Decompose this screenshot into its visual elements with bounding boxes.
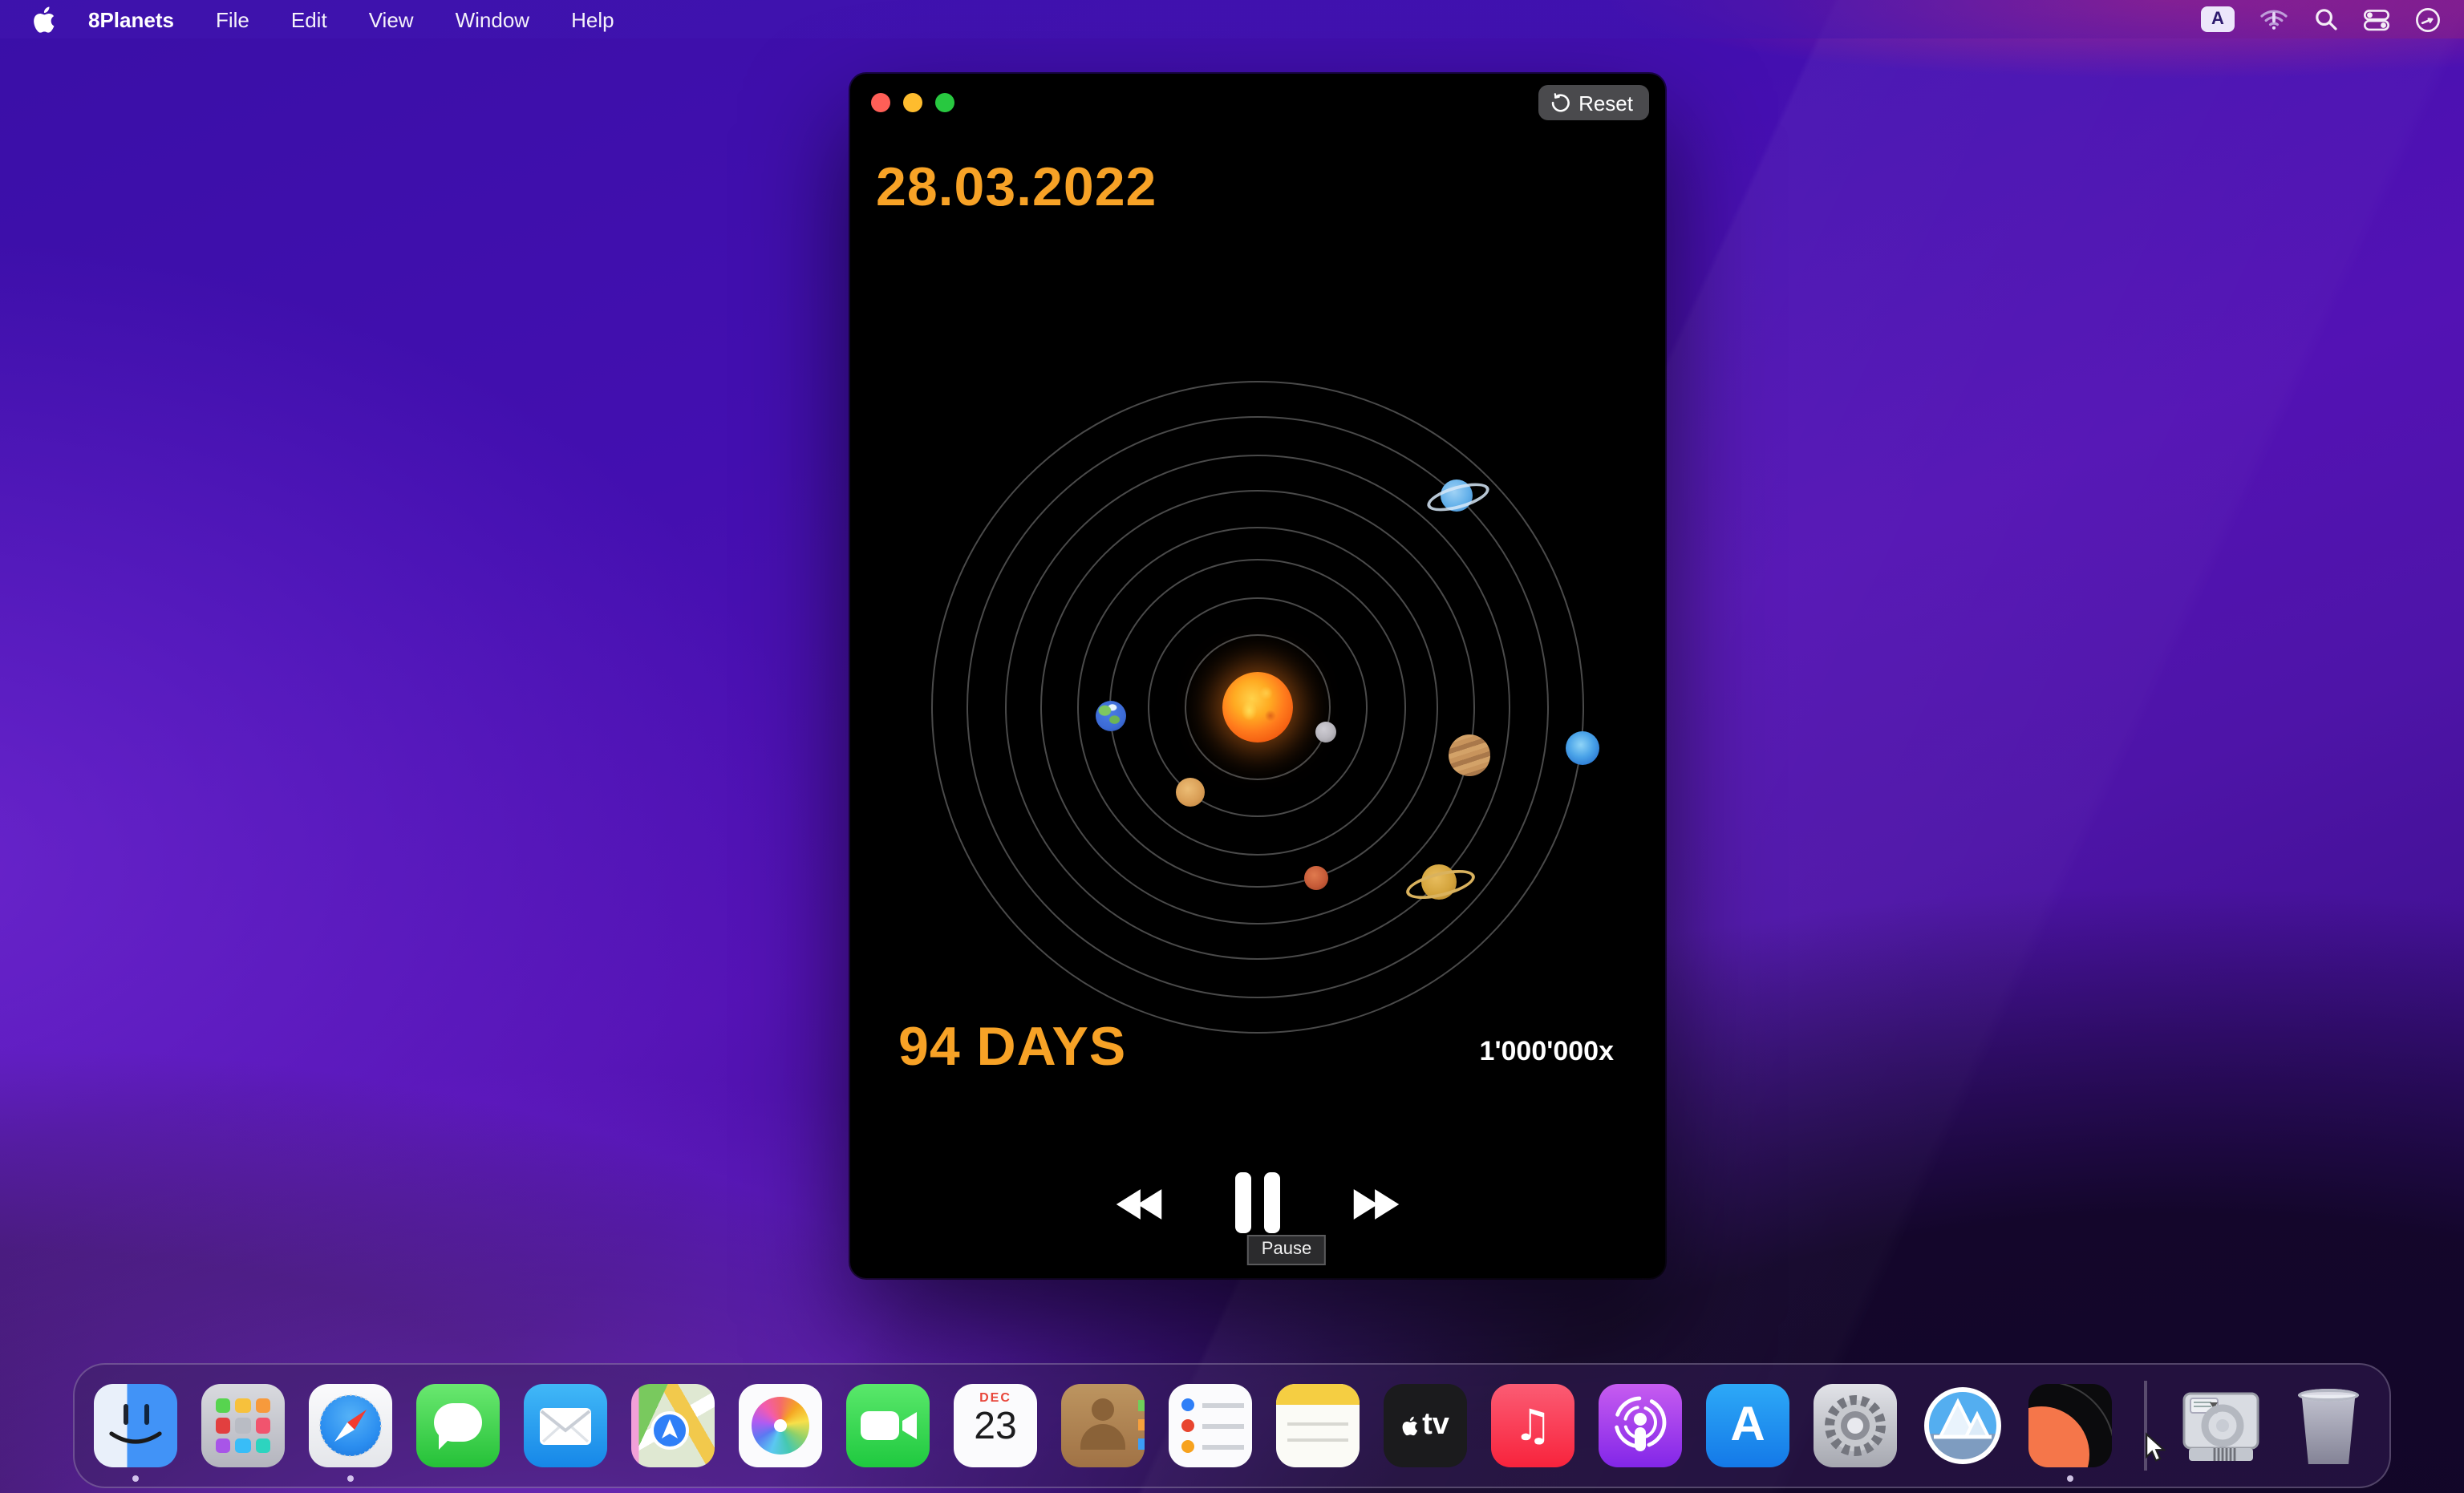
dock-item-contacts[interactable]: [1061, 1384, 1145, 1467]
elapsed-days: 94 DAYS: [898, 1017, 1126, 1079]
dock-item-safari[interactable]: [309, 1384, 392, 1467]
mouse-cursor: [2145, 1432, 2166, 1472]
app-window-content: Reset 28.03.2022 94 DAYS 1'000'000x: [850, 74, 1665, 1278]
dock-item-system-preferences[interactable]: [1814, 1384, 1897, 1467]
dock-item-tv[interactable]: tv: [1384, 1384, 1467, 1467]
dock-item-notes[interactable]: [1276, 1384, 1360, 1467]
fast-forward-button[interactable]: [1331, 1180, 1421, 1228]
calendar-day: 23: [974, 1405, 1016, 1450]
menu-bar: 8Planets File Edit View Window Help A: [0, 0, 2464, 38]
planet-jupiter: [1449, 734, 1490, 776]
planet-venus: [1176, 778, 1205, 807]
menu-window[interactable]: Window: [456, 7, 530, 31]
menu-view[interactable]: View: [369, 7, 414, 31]
dock-item-messages[interactable]: [416, 1384, 500, 1467]
dock-item-maps[interactable]: [631, 1384, 715, 1467]
pause-icon: [1235, 1172, 1251, 1233]
planet-mars: [1303, 865, 1327, 889]
menu-file[interactable]: File: [216, 7, 249, 31]
dock-item-music[interactable]: ♫: [1491, 1384, 1574, 1467]
running-indicator: [347, 1475, 354, 1482]
pause-tooltip: Pause: [1247, 1235, 1326, 1265]
dock-item-photos[interactable]: [739, 1384, 822, 1467]
dock-item-reminders[interactable]: [1169, 1384, 1252, 1467]
menu-help[interactable]: Help: [571, 7, 614, 31]
control-center-icon[interactable]: [2363, 7, 2390, 31]
planet-mercury: [1315, 721, 1335, 742]
dock-item-8planets[interactable]: [2028, 1384, 2112, 1467]
playback-controls: [850, 1164, 1665, 1244]
search-icon[interactable]: [2313, 6, 2339, 32]
dock-item-podcasts[interactable]: [1599, 1384, 1682, 1467]
speed-multiplier: 1'000'000x: [1480, 1036, 1614, 1068]
planet-neptune: [1565, 730, 1599, 764]
input-source-icon[interactable]: A: [2201, 6, 2235, 32]
desktop: 8Planets File Edit View Window Help A: [0, 0, 2464, 1493]
rewind-button[interactable]: [1094, 1180, 1184, 1228]
rewind-icon: [1113, 1187, 1165, 1222]
menu-items: File Edit View Window Help: [216, 7, 614, 31]
planet-earth: [1095, 700, 1125, 730]
menu-bar-left: 8Planets File Edit View Window Help: [0, 6, 614, 33]
dock-item-mail[interactable]: [524, 1384, 607, 1467]
apple-menu-icon[interactable]: [32, 6, 56, 33]
dock-item-app-mountains[interactable]: [1921, 1384, 2004, 1467]
pause-button[interactable]: [1213, 1167, 1303, 1238]
menu-bar-status: A: [2201, 6, 2464, 33]
dock-item-app-store[interactable]: A: [1706, 1384, 1789, 1467]
planet-uranus: [1441, 479, 1473, 512]
tv-label: tv: [1422, 1408, 1449, 1443]
music-note-icon: ♫: [1514, 1401, 1552, 1451]
planet-saturn: [1421, 864, 1457, 900]
dock-item-facetime[interactable]: [846, 1384, 930, 1467]
wifi-alert-icon[interactable]: [2259, 6, 2289, 32]
dock: DEC 23 tv: [73, 1363, 2391, 1488]
running-indicator: [2067, 1475, 2073, 1482]
dock-item-finder[interactable]: [94, 1384, 177, 1467]
menu-edit[interactable]: Edit: [291, 7, 327, 31]
dock-item-launchpad[interactable]: [201, 1384, 285, 1467]
calendar-month: DEC: [979, 1390, 1011, 1405]
dock-item-trash[interactable]: [2287, 1384, 2370, 1467]
app-store-glyph: A: [1730, 1398, 1765, 1453]
running-indicator: [132, 1475, 139, 1482]
circle-arrow-icon[interactable]: [2414, 6, 2442, 33]
dock-item-calendar[interactable]: DEC 23: [954, 1384, 1037, 1467]
dock-item-hard-disk[interactable]: [2179, 1384, 2263, 1467]
sun: [1222, 672, 1293, 742]
menu-app-name[interactable]: 8Planets: [88, 7, 174, 31]
fast-forward-icon: [1351, 1187, 1402, 1222]
